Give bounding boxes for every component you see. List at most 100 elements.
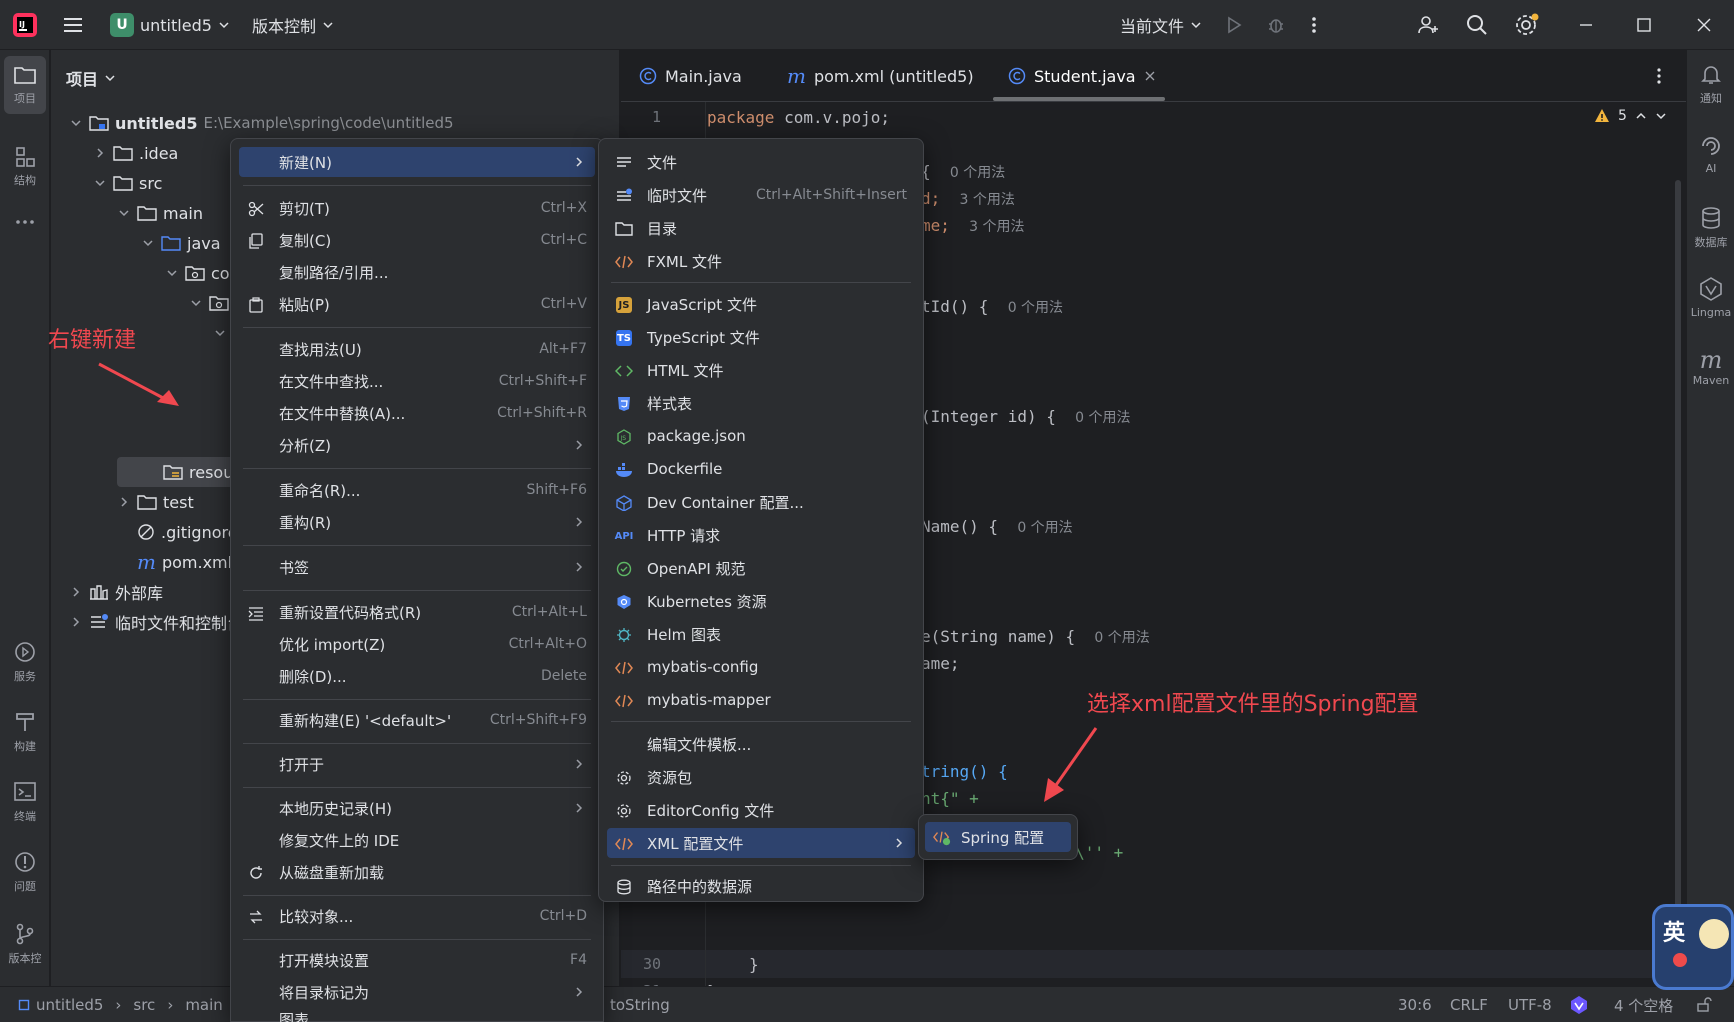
menu-item-paste[interactable]: 粘贴(P) Ctrl+V (239, 289, 595, 319)
submenu-item-scratch-file[interactable]: 临时文件 Ctrl+Alt+Shift+Insert (607, 180, 915, 210)
submenu-item-edit-templates[interactable]: 编辑文件模板... (607, 729, 915, 759)
chevron-down-icon[interactable] (1655, 110, 1667, 122)
code-with-me-button[interactable] (1416, 0, 1440, 50)
menu-item-diagrams[interactable]: 图表 (239, 1005, 595, 1022)
submenu-item-editorconfig[interactable]: EditorConfig 文件 (607, 795, 915, 825)
menu-item-find-in-files[interactable]: 在文件中查找... Ctrl+Shift+F (239, 366, 595, 396)
close-window-button[interactable] (1696, 0, 1712, 50)
tab-pom-xml[interactable]: m pom.xml (untitled5) (787, 50, 974, 102)
submenu-item-openapi[interactable]: OpenAPI 规范 (607, 553, 915, 583)
submenu-item-data-source-in-path[interactable]: 路径中的数据源 (607, 871, 915, 901)
submenu-item-typescript[interactable]: TS TypeScript 文件 (607, 322, 915, 352)
settings-button[interactable] (1514, 0, 1540, 50)
code-line[interactable]: } (749, 955, 759, 974)
menu-item-copy[interactable]: 复制(C) Ctrl+C (239, 225, 595, 255)
submenu-item-mybatis-mapper[interactable]: mybatis-mapper (607, 685, 915, 715)
submenu-item-fxml[interactable]: FXML 文件 (607, 246, 915, 276)
tree-node-pom[interactable]: m pom.xml (117, 548, 232, 576)
menu-item-repair-ide[interactable]: 修复文件上的 IDE (239, 825, 595, 855)
tree-node-scratches[interactable]: 临时文件和控制台 (69, 608, 243, 636)
submenu-item-helm-chart[interactable]: Helm 图表 (607, 619, 915, 649)
menu-item-new[interactable]: 新建(N) (239, 147, 595, 177)
submenu-item-spring-config[interactable]: Spring 配置 (925, 822, 1071, 852)
tree-node-gitignore[interactable]: .gitignore (117, 518, 238, 546)
menu-item-find-usages[interactable]: 查找用法(U) Alt+F7 (239, 334, 595, 364)
project-panel-title[interactable]: 项目 (66, 66, 116, 90)
tool-notifications[interactable]: 通知 (1687, 62, 1734, 106)
menu-item-analyze[interactable]: 分析(Z) (239, 430, 595, 460)
submenu-item-dockerfile[interactable]: Dockerfile (607, 454, 915, 484)
tree-node-resources[interactable]: resour (163, 458, 240, 486)
tree-node-collapsed[interactable] (213, 319, 227, 347)
code-fragment[interactable]: tId() { 0 个用法 (921, 297, 1063, 317)
maximize-button[interactable] (1636, 0, 1652, 50)
submenu-item-javascript[interactable]: JS JavaScript 文件 (607, 289, 915, 319)
line-separator[interactable]: CRLF (1450, 987, 1488, 1022)
tab-main-java[interactable]: Main.java (639, 50, 742, 102)
close-tab-icon[interactable] (1144, 70, 1156, 82)
tabs-more-button[interactable] (1655, 50, 1663, 102)
tree-node-package[interactable]: co (165, 259, 230, 287)
caret-position[interactable]: 30:6 (1398, 987, 1432, 1022)
menu-item-optimize-imports[interactable]: 优化 import(Z) Ctrl+Alt+O (239, 629, 595, 659)
code-fragment[interactable]: tring() { (921, 762, 1008, 781)
tool-ai[interactable]: AI (1687, 134, 1734, 175)
run-button[interactable] (1224, 0, 1244, 50)
tool-more[interactable] (4, 218, 46, 230)
chevron-up-icon[interactable] (1635, 110, 1647, 122)
tool-build[interactable]: 构建 (4, 710, 46, 754)
menu-item-rebuild[interactable]: 重新构建(E) '<default>' Ctrl+Shift+F9 (239, 705, 595, 735)
menu-item-copy-path[interactable]: 复制路径/引用... (239, 257, 595, 287)
menu-item-reload-from-disk[interactable]: 从磁盘重新加载 (239, 857, 595, 887)
menu-item-rename[interactable]: 重命名(R)... Shift+F6 (239, 475, 595, 505)
code-line[interactable]: package com.v.pojo; (707, 108, 890, 127)
tool-lingma[interactable]: Lingma (1687, 276, 1734, 319)
submenu-item-resource-bundle[interactable]: 资源包 (607, 762, 915, 792)
tool-database[interactable]: 数据库 (1687, 206, 1734, 250)
code-fragment[interactable]: (Integer id) { 0 个用法 (921, 407, 1130, 427)
tree-node-external-libraries[interactable]: 外部库 (69, 578, 163, 606)
menu-item-local-history[interactable]: 本地历史记录(H) (239, 793, 595, 823)
code-fragment[interactable]: d; 3 个用法 (921, 189, 1015, 209)
code-fragment[interactable]: e(String name) { 0 个用法 (921, 627, 1150, 647)
tree-node-untitled5[interactable]: untitled5 E:\Example\spring\code\untitle… (69, 109, 454, 137)
menu-item-bookmarks[interactable]: 书签 (239, 552, 595, 582)
submenu-item-package-json[interactable]: JS package.json (607, 421, 915, 451)
editor-breadcrumb-method[interactable]: toString (610, 987, 670, 1022)
breadcrumb-item[interactable]: src (133, 996, 155, 1014)
tab-student-java[interactable]: Student.java (1008, 50, 1156, 102)
tree-node-java[interactable]: java (141, 229, 221, 257)
tree-node-subpackage[interactable] (189, 289, 229, 317)
vcs-menu[interactable]: 版本控制 (252, 0, 334, 50)
editor-scrollbar[interactable] (1675, 180, 1681, 920)
submenu-item-mybatis-config[interactable]: mybatis-config (607, 652, 915, 682)
tree-node-idea[interactable]: .idea (93, 139, 178, 167)
menu-item-open-in[interactable]: 打开于 (239, 749, 595, 779)
tool-problems[interactable]: 问题 (4, 850, 46, 894)
menu-item-compare-with[interactable]: 比较对象... Ctrl+D (239, 901, 595, 931)
submenu-item-dev-container[interactable]: Dev Container 配置... (607, 487, 915, 517)
menu-item-module-settings[interactable]: 打开模块设置 F4 (239, 945, 595, 975)
ime-widget[interactable]: 英 (1652, 904, 1734, 990)
tool-vcs[interactable]: 版本控 (4, 922, 46, 966)
lingma-status[interactable] (1568, 987, 1590, 1022)
minimize-button[interactable] (1578, 0, 1594, 50)
tree-node-test[interactable]: test (117, 488, 194, 516)
menu-item-replace-in-files[interactable]: 在文件中替换(A)... Ctrl+Shift+R (239, 398, 595, 428)
menu-item-refactor[interactable]: 重构(R) (239, 507, 595, 537)
search-button[interactable] (1465, 0, 1489, 50)
debug-button[interactable] (1266, 0, 1286, 50)
tool-structure[interactable]: 结构 (4, 146, 46, 188)
breadcrumb-item[interactable]: main (185, 996, 222, 1014)
submenu-item-stylesheet[interactable]: 样式表 (607, 388, 915, 418)
code-fragment[interactable]: me; 3 个用法 (921, 216, 1025, 236)
menu-item-reformat-code[interactable]: 重新设置代码格式(R) Ctrl+Alt+L (239, 597, 595, 627)
code-fragment[interactable]: nt{" + (921, 789, 979, 808)
file-lock-button[interactable] (1696, 987, 1712, 1022)
run-config-selector[interactable]: 当前文件 (1120, 0, 1202, 50)
indent-setting[interactable]: 4 个空格 (1614, 987, 1673, 1022)
menu-item-delete[interactable]: 删除(D)... Delete (239, 661, 595, 691)
submenu-item-directory[interactable]: 目录 (607, 213, 915, 243)
menu-item-mark-directory-as[interactable]: 将目录标记为 (239, 977, 595, 1007)
tool-services[interactable]: 服务 (4, 640, 46, 684)
